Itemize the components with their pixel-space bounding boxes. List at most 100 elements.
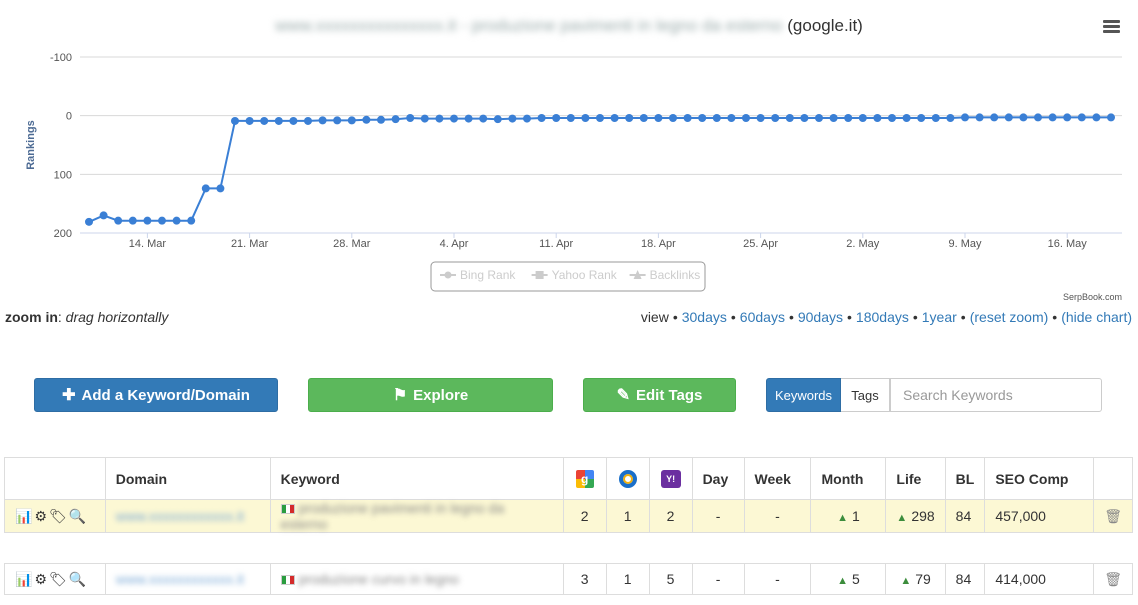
- col-month[interactable]: Month: [810, 457, 887, 500]
- data-point[interactable]: [1077, 113, 1086, 122]
- row-keyword[interactable]: produzione pavimenti in legno da esterno: [269, 499, 564, 533]
- search-icon[interactable]: 🔍: [69, 571, 86, 588]
- data-point[interactable]: [304, 116, 312, 125]
- view-60days-link[interactable]: 60days: [740, 309, 785, 325]
- data-point[interactable]: [946, 114, 955, 123]
- data-point[interactable]: [1019, 113, 1028, 122]
- data-point[interactable]: [493, 115, 502, 124]
- data-point[interactable]: [639, 114, 648, 123]
- col-day[interactable]: Day: [691, 457, 745, 500]
- rank-chart[interactable]: www.xxxxxxxxxxxxxxx.it - produzione pavi…: [0, 0, 1138, 305]
- col-bl[interactable]: BL: [944, 457, 986, 500]
- data-point[interactable]: [347, 116, 356, 125]
- col-yahoo[interactable]: Y!: [648, 457, 693, 500]
- data-point[interactable]: [362, 115, 371, 124]
- row-delete[interactable]: 🗑: [1093, 499, 1133, 533]
- data-point[interactable]: [187, 216, 196, 225]
- data-point[interactable]: [450, 114, 458, 123]
- add-tag-icon[interactable]: 🏷: [49, 571, 67, 588]
- data-point[interactable]: [523, 114, 531, 123]
- data-point[interactable]: [1004, 113, 1013, 122]
- view-30days-link[interactable]: 30days: [682, 309, 727, 325]
- data-point[interactable]: [917, 114, 926, 123]
- col-keyword[interactable]: Keyword: [269, 457, 564, 500]
- search-keywords-input[interactable]: [890, 378, 1102, 412]
- data-point[interactable]: [420, 114, 429, 123]
- data-point[interactable]: [333, 116, 342, 125]
- chart-icon[interactable]: 📊: [15, 571, 32, 588]
- data-point[interactable]: [902, 114, 911, 123]
- data-point[interactable]: [858, 114, 867, 123]
- data-point[interactable]: [625, 114, 634, 123]
- chart-icon[interactable]: 📊: [15, 508, 32, 525]
- data-point[interactable]: [829, 114, 838, 123]
- data-point[interactable]: [712, 114, 721, 123]
- edit-tags-button[interactable]: ✎ Edit Tags: [583, 378, 736, 412]
- data-point[interactable]: [143, 216, 152, 225]
- data-point[interactable]: [85, 217, 93, 226]
- data-point[interactable]: [596, 114, 604, 123]
- data-point[interactable]: [873, 114, 882, 123]
- col-domain[interactable]: Domain: [104, 457, 271, 500]
- data-point[interactable]: [289, 116, 298, 125]
- add-tag-icon[interactable]: 🏷: [49, 508, 67, 525]
- data-point[interactable]: [683, 114, 692, 123]
- data-point[interactable]: [771, 114, 780, 123]
- data-point[interactable]: [727, 114, 736, 123]
- search-icon[interactable]: 🔍: [69, 508, 86, 525]
- view-180days-link[interactable]: 180days: [856, 309, 909, 325]
- data-point[interactable]: [1063, 113, 1072, 122]
- add-keyword-button[interactable]: ✚ Add a Keyword/Domain: [34, 378, 278, 412]
- data-point[interactable]: [201, 184, 210, 193]
- data-point[interactable]: [508, 114, 517, 123]
- data-point[interactable]: [742, 114, 750, 123]
- view-1year-link[interactable]: 1year: [922, 309, 957, 325]
- data-point[interactable]: [231, 116, 239, 125]
- data-point[interactable]: [1107, 113, 1115, 122]
- tab-tags[interactable]: Tags: [841, 378, 890, 412]
- data-point[interactable]: [990, 113, 999, 122]
- data-point[interactable]: [114, 216, 123, 225]
- data-point[interactable]: [844, 114, 853, 123]
- row-keyword[interactable]: produzione curvo in legno: [269, 563, 564, 595]
- data-point[interactable]: [756, 114, 765, 123]
- table-row[interactable]: 📊 ⚙ 🏷 🔍 www.xxxxxxxxxxxx.it produzione curv…: [4, 563, 1133, 595]
- col-bing[interactable]: [605, 457, 650, 500]
- data-point[interactable]: [537, 114, 546, 123]
- col-week[interactable]: Week: [743, 457, 812, 500]
- data-point[interactable]: [1034, 113, 1042, 122]
- data-point[interactable]: [128, 216, 137, 225]
- tab-keywords[interactable]: Keywords: [766, 378, 841, 412]
- col-life[interactable]: Life: [885, 457, 946, 500]
- data-point[interactable]: [815, 114, 823, 123]
- data-point[interactable]: [931, 114, 940, 123]
- row-domain[interactable]: www.xxxxxxxxxxxx.it: [104, 563, 271, 595]
- data-point[interactable]: [260, 116, 269, 125]
- data-point[interactable]: [610, 114, 619, 123]
- row-delete[interactable]: 🗑: [1093, 563, 1133, 595]
- reset-zoom-link[interactable]: (reset zoom): [970, 309, 1049, 325]
- data-point[interactable]: [654, 114, 663, 123]
- gear-icon[interactable]: ⚙: [34, 571, 47, 588]
- trash-icon[interactable]: 🗑: [1104, 508, 1122, 524]
- data-point[interactable]: [216, 184, 225, 193]
- data-point[interactable]: [581, 114, 590, 123]
- data-point[interactable]: [785, 114, 794, 123]
- data-point[interactable]: [566, 114, 575, 123]
- data-point[interactable]: [318, 116, 327, 125]
- data-point[interactable]: [961, 113, 969, 122]
- table-row[interactable]: 📊 ⚙ 🏷 🔍 www.xxxxxxxxxxxx.it produzione pavi…: [4, 499, 1133, 533]
- data-point[interactable]: [274, 116, 283, 125]
- data-point[interactable]: [158, 216, 166, 225]
- hide-chart-link[interactable]: (hide chart): [1061, 309, 1132, 325]
- data-point[interactable]: [435, 114, 444, 123]
- col-seo-comp[interactable]: SEO Comp: [984, 457, 1095, 500]
- data-point[interactable]: [800, 114, 809, 123]
- row-domain[interactable]: www.xxxxxxxxxxxx.it: [104, 499, 271, 533]
- data-point[interactable]: [245, 116, 254, 125]
- data-point[interactable]: [479, 114, 488, 123]
- data-point[interactable]: [669, 114, 677, 123]
- data-point[interactable]: [1092, 113, 1101, 122]
- trash-icon[interactable]: 🗑: [1104, 571, 1122, 587]
- data-point[interactable]: [99, 211, 108, 220]
